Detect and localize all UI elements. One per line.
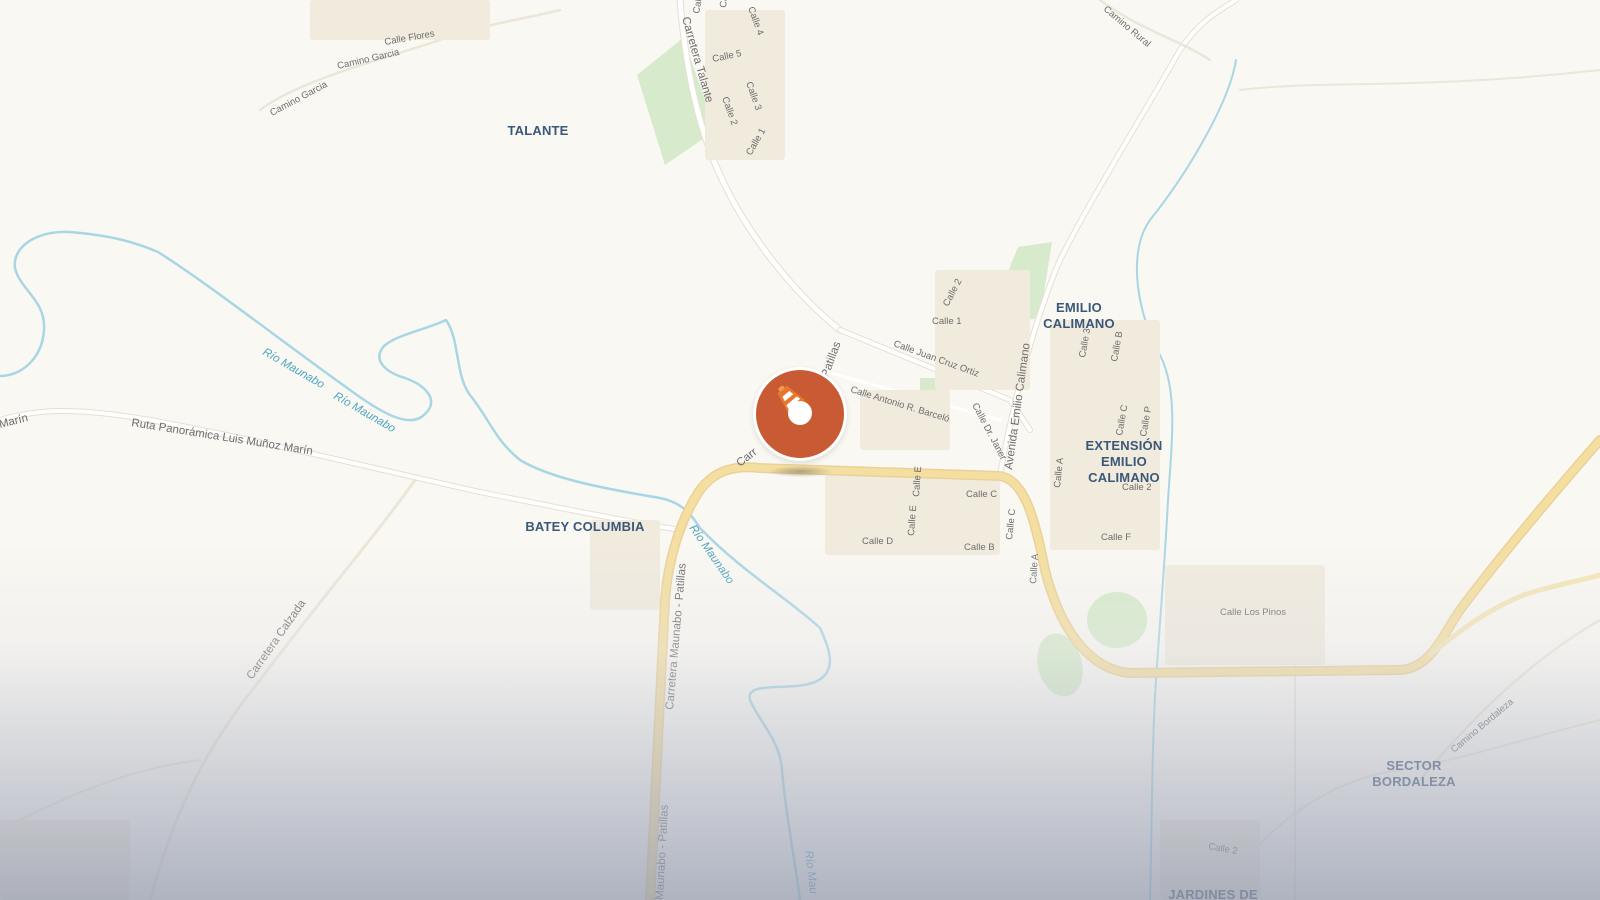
place-label-extension-emilio-calimano: EMILIO [1101, 454, 1147, 469]
map-view[interactable]: TALANTE BATEY COLUMBIA EMILIO CALIMANO E… [0, 0, 1600, 900]
street-label: Calle 2 [1122, 482, 1152, 493]
road-labels: Carretera Talante Ruta Panorámica Luis M… [0, 0, 1516, 900]
river-label: Río Mau [802, 850, 819, 895]
sports-field [1087, 592, 1147, 648]
road-label: Marín [0, 412, 29, 431]
street-label: Calle B [718, 0, 732, 8]
road-right-upper [1239, 69, 1600, 91]
marker-center-dot [788, 401, 812, 425]
river-labels: Río Maunabo Río Maunabo Río Maunabo Río … [261, 346, 820, 895]
street-label: Camino Garcia [336, 47, 401, 72]
road-label: Ruta Panorámica Luis Muñoz Marín [131, 417, 314, 458]
street-label: Calle E [911, 466, 924, 497]
location-marker[interactable] [753, 367, 847, 461]
street-label: Calle C [966, 489, 997, 500]
place-label-extension-emilio-calimano: EXTENSIÓN [1086, 438, 1163, 453]
place-label-talante: TALANTE [507, 123, 568, 138]
river-label: Río Maunabo [261, 346, 327, 391]
street-label: Calle F [1101, 532, 1131, 543]
street-label: Camino Bordaleza [1449, 696, 1516, 755]
street-label: Calle A [1028, 553, 1041, 584]
marker-shadow [769, 466, 831, 477]
block [0, 820, 130, 900]
place-label-batey-columbia: BATEY COLUMBIA [525, 519, 645, 534]
street-label: Calle A [691, 0, 707, 15]
marker-disc [756, 370, 844, 458]
place-label-emilio-calimano: CALIMANO [1043, 316, 1115, 331]
road-label: Carretera Calzada [245, 597, 309, 681]
street-label: Calle E [906, 505, 919, 536]
street-label: Calle B [964, 542, 995, 553]
place-label-sector-bordaleza: BORDALEZA [1372, 774, 1456, 789]
place-label-emilio-calimano: EMILIO [1056, 300, 1102, 315]
place-label-jardines: JARDINES DE [1168, 887, 1258, 900]
street-label: Calle Los Pinos [1220, 607, 1286, 618]
street-label: Calle D [862, 536, 893, 547]
road-ruta-panoramica-fill [0, 409, 682, 532]
street-label: Calle C [1004, 508, 1018, 540]
street-label: Calle Dr. Janer [969, 401, 1008, 462]
river-maunabo [0, 230, 832, 900]
road-west-bottom [0, 759, 201, 831]
road-carretera-calzada [148, 478, 417, 900]
road-bottom-curve [1219, 719, 1600, 900]
place-label-sector-bordaleza: SECTOR [1386, 758, 1442, 773]
street-label: Calle 1 [932, 316, 962, 327]
